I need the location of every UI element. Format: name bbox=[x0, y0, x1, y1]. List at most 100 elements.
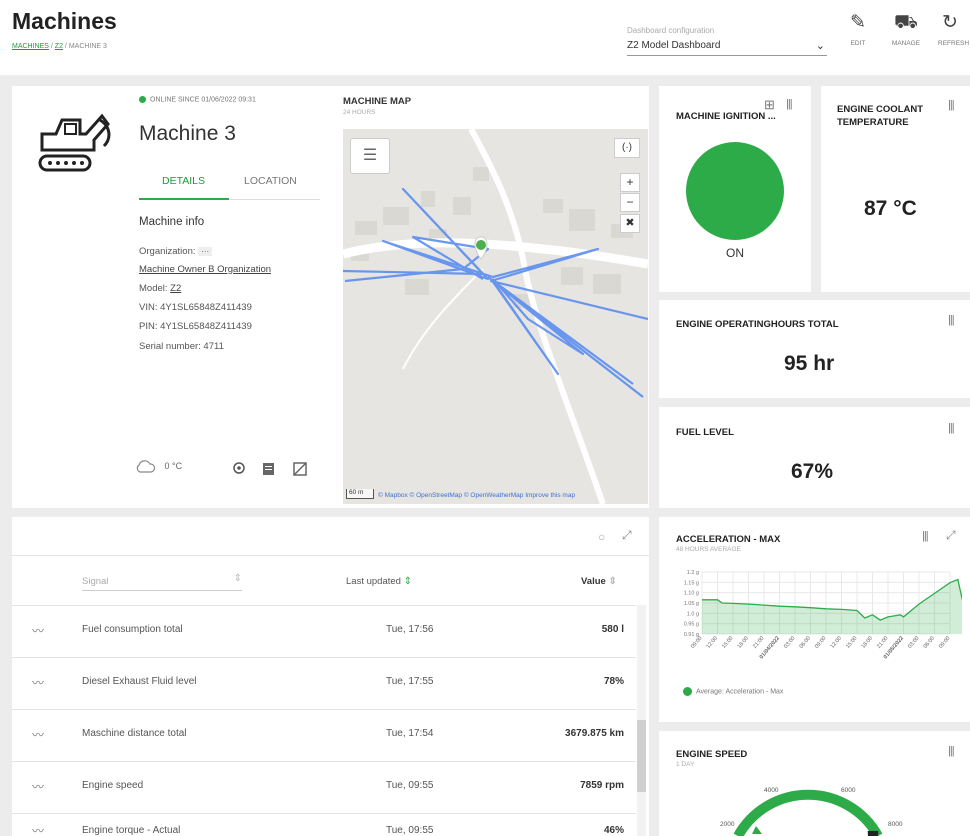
expand-icon[interactable]: ⤢ bbox=[946, 528, 956, 543]
signal-name: Engine speed bbox=[82, 780, 144, 791]
engine-speed-title: ENGINE SPEED bbox=[676, 749, 748, 760]
machine-map[interactable] bbox=[343, 129, 648, 504]
trend-icon[interactable]: 〰 bbox=[32, 674, 44, 691]
location-pin-icon[interactable] bbox=[233, 462, 245, 474]
breadcrumb: MACHINES / Z2 / MACHINE 3 bbox=[12, 43, 107, 50]
trend-icon[interactable]: 〰 bbox=[32, 622, 44, 639]
organization-more-button[interactable]: ··· bbox=[198, 247, 213, 256]
last-updated-header[interactable]: Last updated ⇕ bbox=[346, 576, 412, 587]
grid-icon[interactable]: ⊞ bbox=[764, 97, 775, 113]
fuel-level-value: 67% bbox=[791, 460, 834, 483]
value-header[interactable]: Value ⇕ bbox=[581, 576, 617, 587]
pencil-icon: ✎ bbox=[850, 12, 866, 33]
zoom-in-button[interactable]: + bbox=[620, 173, 640, 192]
map-canvas[interactable] bbox=[343, 129, 648, 504]
breadcrumb-machines[interactable]: MACHINES bbox=[12, 43, 49, 50]
breadcrumb-model[interactable]: Z2 bbox=[55, 43, 63, 50]
series-area bbox=[702, 579, 962, 634]
x-tick-label: 21:00 bbox=[876, 635, 889, 649]
legend-swatch bbox=[683, 687, 692, 696]
table-refresh-icon[interactable]: ○ bbox=[598, 530, 605, 544]
table-divider bbox=[12, 555, 649, 556]
no-signal-icon[interactable] bbox=[293, 462, 307, 476]
model-link[interactable]: Z2 bbox=[170, 283, 181, 294]
x-tick-label: 06:00 bbox=[799, 635, 812, 649]
organization-line: Organization: ··· bbox=[139, 246, 213, 257]
manage-button[interactable]: ⛟ MANAGE bbox=[884, 12, 928, 47]
refresh-label: REFRESH bbox=[938, 40, 970, 47]
table-row[interactable]: 〰 Fuel consumption total Tue, 17:56 580 … bbox=[12, 605, 636, 657]
machine-info-title: Machine info bbox=[139, 216, 205, 228]
map-scale: 60 m bbox=[346, 489, 374, 499]
locate-icon: (·) bbox=[622, 142, 632, 153]
expand-icon[interactable]: ⤢ bbox=[622, 528, 632, 543]
signal-value: 46% bbox=[603, 825, 624, 836]
x-tick-label: 09:00 bbox=[938, 635, 951, 649]
table-row[interactable]: 〰 Engine speed Tue, 09:55 7859 rpm bbox=[12, 761, 636, 813]
table-row[interactable]: 〰 Maschine distance total Tue, 17:54 367… bbox=[12, 709, 636, 761]
map-locate-button[interactable]: (·) bbox=[614, 138, 640, 158]
trend-icon[interactable]: 〰 bbox=[32, 778, 44, 795]
organization-link[interactable]: Machine Owner B Organization bbox=[139, 264, 271, 275]
signal-updated: Tue, 17:55 bbox=[386, 676, 434, 687]
manage-label: MANAGE bbox=[891, 40, 921, 47]
tab-details[interactable]: DETAILS bbox=[162, 175, 205, 187]
sort-active-icon: ⇕ bbox=[403, 576, 412, 587]
chart-legend[interactable]: Average: Acceleration - Max bbox=[683, 687, 783, 696]
edit-button[interactable]: ✎ EDIT bbox=[836, 12, 880, 47]
bar-chart-icon[interactable]: ||| bbox=[948, 99, 955, 111]
table-row[interactable]: 〰 Engine torque - Actual Tue, 09:55 46% bbox=[12, 813, 636, 836]
map-layers-button[interactable]: ☰ bbox=[350, 138, 390, 174]
signal-updated: Tue, 09:55 bbox=[386, 780, 434, 791]
tractor-icon: ⛟ bbox=[894, 12, 918, 33]
bar-chart-icon[interactable]: ||| bbox=[948, 745, 955, 757]
bar-chart-icon[interactable]: ||| bbox=[786, 98, 793, 110]
online-dot bbox=[139, 96, 146, 103]
gauge-tick: 4000 bbox=[764, 787, 779, 794]
signal-updated: Tue, 17:56 bbox=[386, 624, 434, 635]
tab-location[interactable]: LOCATION bbox=[244, 175, 297, 187]
document-icon[interactable] bbox=[263, 463, 274, 475]
layers-icon: ☰ bbox=[362, 147, 378, 164]
x-tick-label: 18:00 bbox=[861, 635, 874, 649]
fullscreen-map-button[interactable]: ✖ bbox=[620, 214, 640, 233]
table-scrollbar-thumb[interactable] bbox=[637, 720, 646, 792]
sort-icon: ⇕ bbox=[608, 576, 617, 587]
signal-name: Fuel consumption total bbox=[82, 624, 183, 635]
refresh-icon: ↻ bbox=[942, 12, 958, 33]
y-tick-label: 1.15 g bbox=[684, 580, 699, 586]
bar-chart-icon[interactable]: ||| bbox=[948, 314, 955, 326]
sort-icon[interactable]: ⇕ bbox=[234, 573, 242, 584]
bar-chart-icon[interactable]: ||| bbox=[922, 530, 929, 542]
signal-filter-input[interactable]: Signal ⇕ bbox=[82, 573, 242, 591]
trend-icon[interactable]: 〰 bbox=[32, 726, 44, 743]
zoom-out-button[interactable]: − bbox=[620, 193, 640, 212]
engine-speed-subtitle: 1 DAY bbox=[676, 761, 695, 768]
dashboard-config-select[interactable]: Z2 Model Dashboard ⌄ bbox=[627, 40, 827, 56]
x-tick-label: 03:00 bbox=[907, 635, 920, 649]
table-row[interactable]: 〰 Diesel Exhaust Fluid level Tue, 17:55 … bbox=[12, 657, 636, 709]
acceleration-title: ACCELERATION - MAX bbox=[676, 534, 781, 545]
engine-speed-gauge: 2000 4000 6000 8000 bbox=[720, 787, 903, 836]
signal-name: Engine torque - Actual bbox=[82, 825, 181, 836]
map-attribution[interactable]: © Mapbox © OpenStreetMap © OpenWeatherMa… bbox=[378, 492, 575, 499]
y-tick-label: 1.2 g bbox=[687, 570, 699, 576]
machine-action-icons bbox=[233, 462, 307, 476]
bar-chart-icon[interactable]: ||| bbox=[948, 422, 955, 434]
x-tick-label: 15:00 bbox=[845, 635, 858, 649]
x-tick-label: 15:00 bbox=[721, 635, 734, 649]
refresh-button[interactable]: ↻ REFRESH bbox=[932, 12, 970, 47]
signal-value: 78% bbox=[603, 676, 624, 687]
signal-value: 3679.875 km bbox=[565, 728, 624, 739]
signal-name: Diesel Exhaust Fluid level bbox=[82, 676, 197, 687]
dashboard-config-value: Z2 Model Dashboard bbox=[627, 40, 721, 51]
trend-icon[interactable]: 〰 bbox=[32, 822, 44, 836]
x-tick-label: 06:00 bbox=[923, 635, 936, 649]
fuel-level-card bbox=[659, 407, 970, 508]
x-tick-label: 12:00 bbox=[830, 635, 843, 649]
vin-value: VIN: 4Y1SL65848Z411439 bbox=[139, 302, 252, 313]
y-tick-label: 0.95 g bbox=[684, 622, 699, 628]
y-tick-label: 1.05 g bbox=[684, 601, 699, 607]
x-tick-label: 18:00 bbox=[737, 635, 750, 649]
serial-number: Serial number: 4711 bbox=[139, 341, 224, 352]
